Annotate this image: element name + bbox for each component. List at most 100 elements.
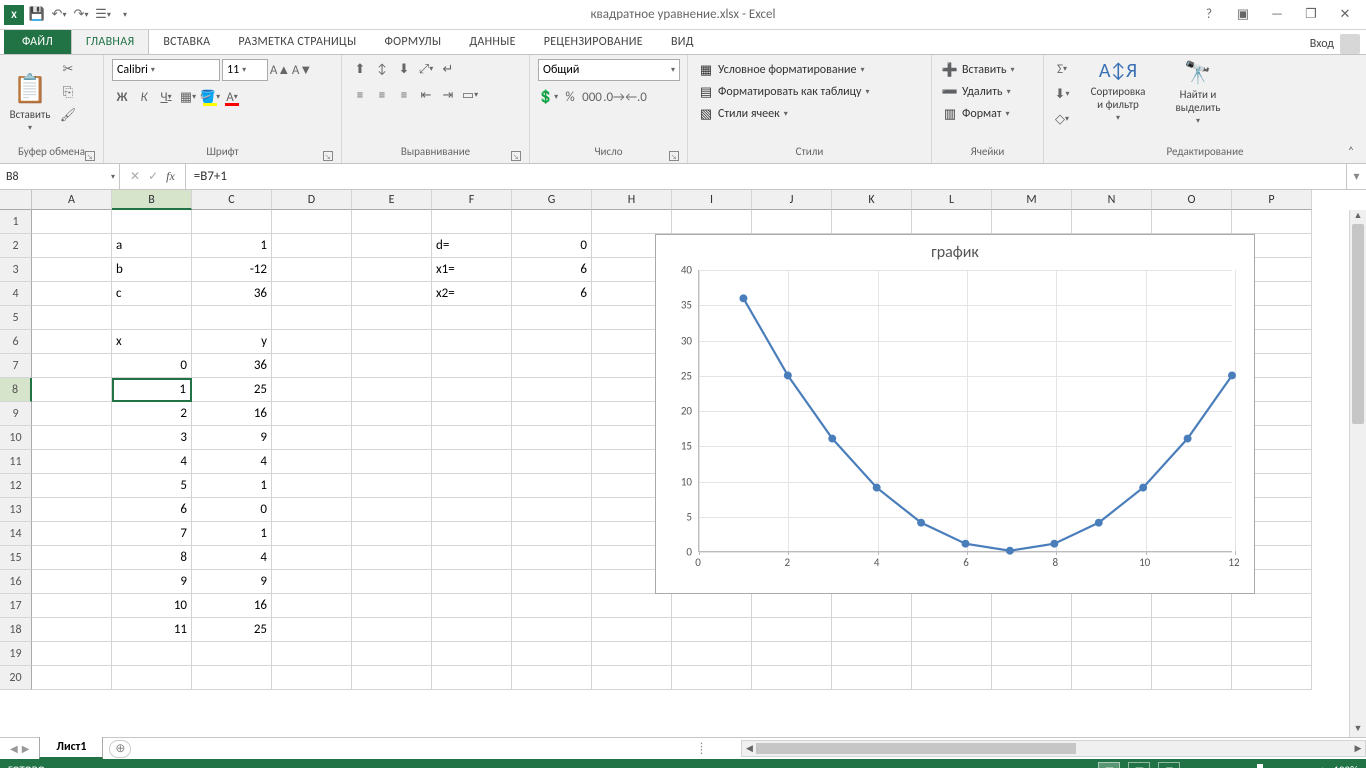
cell[interactable] xyxy=(32,306,112,330)
cell[interactable]: 1 xyxy=(192,474,272,498)
cell[interactable] xyxy=(672,618,752,642)
cell[interactable] xyxy=(512,450,592,474)
cell[interactable] xyxy=(512,594,592,618)
cell[interactable]: 9 xyxy=(192,426,272,450)
sheet-nav[interactable]: ◀▶ xyxy=(0,742,39,755)
cell[interactable] xyxy=(352,594,432,618)
find-select-button[interactable]: 🔭 Найти и выделить▾ xyxy=(1164,59,1232,126)
cell[interactable] xyxy=(352,450,432,474)
cell[interactable] xyxy=(32,570,112,594)
decrease-font-icon[interactable]: A▼ xyxy=(292,60,312,80)
formula-input[interactable]: =B7+1 xyxy=(186,164,1346,189)
vertical-scrollbar[interactable]: ▲▼ xyxy=(1349,210,1366,737)
redo-icon[interactable]: ↷▾ xyxy=(72,6,90,24)
insert-cells-button[interactable]: ➕Вставить▾ xyxy=(940,61,1035,79)
align-middle-icon[interactable]: ↕ xyxy=(372,59,392,79)
add-sheet-button[interactable]: ⊕ xyxy=(109,740,131,758)
cell[interactable] xyxy=(992,210,1072,234)
cell[interactable] xyxy=(832,666,912,690)
cell[interactable] xyxy=(352,618,432,642)
cell[interactable] xyxy=(672,594,752,618)
cell[interactable] xyxy=(672,210,752,234)
cell[interactable] xyxy=(512,570,592,594)
cell[interactable]: 0 xyxy=(112,354,192,378)
cell[interactable] xyxy=(32,354,112,378)
cell[interactable] xyxy=(272,234,352,258)
cell[interactable] xyxy=(432,498,512,522)
cell[interactable]: 0 xyxy=(192,498,272,522)
cell[interactable] xyxy=(1232,618,1312,642)
cell[interactable] xyxy=(272,354,352,378)
cell[interactable]: 4 xyxy=(192,450,272,474)
cell[interactable] xyxy=(352,282,432,306)
close-icon[interactable]: ✕ xyxy=(1332,6,1358,24)
cell[interactable] xyxy=(752,210,832,234)
increase-decimal-icon[interactable]: .0→ xyxy=(604,87,624,107)
increase-indent-icon[interactable]: ⇥ xyxy=(438,85,458,105)
cell[interactable] xyxy=(192,210,272,234)
cell[interactable] xyxy=(112,210,192,234)
cell[interactable] xyxy=(592,594,672,618)
cell[interactable] xyxy=(512,402,592,426)
cell[interactable] xyxy=(512,426,592,450)
cell[interactable] xyxy=(272,378,352,402)
cell[interactable] xyxy=(432,546,512,570)
cell[interactable] xyxy=(672,666,752,690)
expand-formula-icon[interactable]: ▾ xyxy=(1346,164,1366,189)
cell[interactable] xyxy=(512,546,592,570)
cell[interactable] xyxy=(32,666,112,690)
horizontal-scrollbar[interactable]: ◀▶ xyxy=(741,740,1366,757)
cell[interactable] xyxy=(432,354,512,378)
tab-5[interactable]: РЕЦЕНЗИРОВАНИЕ xyxy=(530,30,657,54)
cell[interactable] xyxy=(512,354,592,378)
delete-cells-button[interactable]: ➖Удалить▾ xyxy=(940,83,1035,101)
cell[interactable] xyxy=(512,330,592,354)
cell[interactable] xyxy=(992,666,1072,690)
wrap-text-icon[interactable]: ↵ xyxy=(438,59,458,79)
column-headers[interactable]: ABCDEFGHIJKLMNOP xyxy=(32,190,1312,210)
align-right-icon[interactable]: ≡ xyxy=(394,85,414,105)
cell[interactable] xyxy=(352,570,432,594)
cell[interactable] xyxy=(352,378,432,402)
dialog-launcher-icon[interactable]: ↘ xyxy=(669,151,679,161)
cell[interactable] xyxy=(512,498,592,522)
undo-icon[interactable]: ↶▾ xyxy=(50,6,68,24)
cell[interactable] xyxy=(432,522,512,546)
cell[interactable] xyxy=(512,618,592,642)
cell[interactable]: 9 xyxy=(112,570,192,594)
cell[interactable] xyxy=(272,546,352,570)
cell[interactable]: d= xyxy=(432,234,512,258)
cell[interactable] xyxy=(1152,594,1232,618)
orientation-icon[interactable]: ⤢▾ xyxy=(416,59,436,79)
thousands-icon[interactable]: 000 xyxy=(582,87,602,107)
cell[interactable] xyxy=(112,666,192,690)
border-icon[interactable]: ▦▾ xyxy=(178,87,198,107)
cell[interactable]: 8 xyxy=(112,546,192,570)
cell[interactable] xyxy=(592,210,672,234)
cell[interactable] xyxy=(1072,666,1152,690)
cell[interactable] xyxy=(832,642,912,666)
merge-icon[interactable]: ▭▾ xyxy=(460,85,480,105)
cell[interactable] xyxy=(32,522,112,546)
format-as-table-button[interactable]: ▤Форматировать как таблицу▾ xyxy=(696,83,923,101)
cell[interactable] xyxy=(32,618,112,642)
cell[interactable] xyxy=(912,210,992,234)
cell[interactable] xyxy=(832,594,912,618)
tab-3[interactable]: ФОРМУЛЫ xyxy=(370,30,455,54)
collapse-ribbon-icon[interactable]: ˄ xyxy=(1342,145,1360,159)
view-normal-icon[interactable]: ▦ xyxy=(1098,762,1120,768)
cell[interactable]: x xyxy=(112,330,192,354)
cell[interactable] xyxy=(992,594,1072,618)
dialog-launcher-icon[interactable]: ↘ xyxy=(85,151,95,161)
cell[interactable] xyxy=(272,498,352,522)
cell[interactable]: 3 xyxy=(112,426,192,450)
cell[interactable] xyxy=(512,642,592,666)
cell[interactable] xyxy=(272,426,352,450)
cell[interactable]: 1 xyxy=(192,234,272,258)
name-box[interactable]: B8▾ xyxy=(0,164,120,189)
cell[interactable] xyxy=(272,522,352,546)
cell[interactable] xyxy=(432,402,512,426)
cell[interactable]: 10 xyxy=(112,594,192,618)
cell[interactable]: 6 xyxy=(512,258,592,282)
align-left-icon[interactable]: ≡ xyxy=(350,85,370,105)
